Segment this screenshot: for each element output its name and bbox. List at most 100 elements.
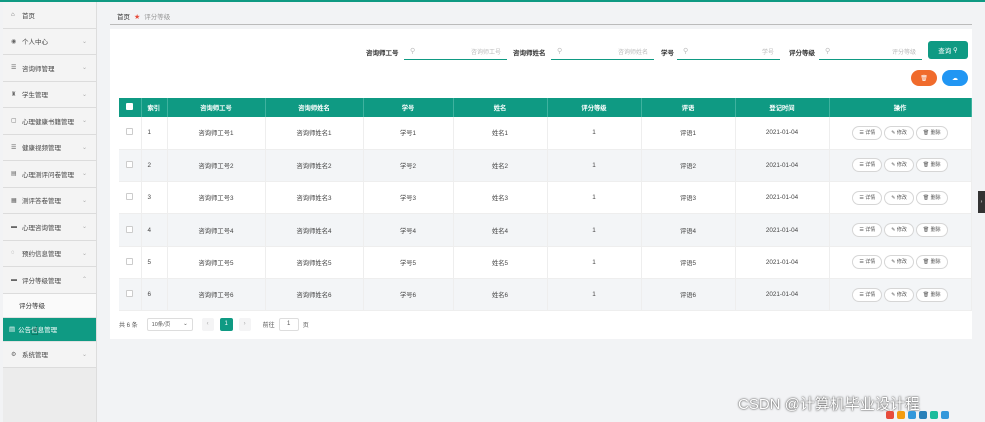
next-page-button[interactable]: › [238,317,251,331]
edit-icon: ✎ [891,194,896,201]
detail-button[interactable]: ☰ 详情 [852,125,883,140]
delete-button[interactable]: 🗑 删除 [915,158,948,173]
trash-icon: 🗑 [922,291,930,298]
detail-button[interactable]: ☰ 详情 [852,255,883,270]
side-toggle-tab[interactable]: › [978,191,985,213]
table-cell: 学号6 [363,278,454,312]
sidebar-item[interactable]: ⌂ 首页 [3,2,96,29]
goto-page-input[interactable]: 1 [278,317,299,331]
table-cell: 咨询师工号5 [167,246,266,279]
row-checkbox[interactable] [119,246,142,279]
sidebar-item[interactable]: ◉ 个人中心 ⌄ [3,28,96,55]
delete-button[interactable]: 🗑 删除 [915,190,948,205]
system-tray [886,408,985,422]
sidebar-subitem[interactable]: ▤ 公告信息管理 ☝ [3,317,96,342]
table-cell: 咨询师姓名1 [265,117,364,150]
table-cell: 学号1 [363,117,454,150]
sidebar-subitem[interactable]: 评分等级 [3,293,96,318]
page-number-current[interactable]: 1 [219,317,233,331]
rating-table: 索引 咨询师工号 咨询师姓名 学号 姓名 评分等级 评语 登记时间 操作 1 咨询… [119,98,972,312]
row-actions: ☰ 详情 ✎ 修改 🗑 删除 [829,213,972,247]
student-icon: ♜ [11,91,17,98]
table-cell: 评语5 [641,246,736,279]
content-panel: 咨询师工号 ⚲ 咨询师工号 咨询师姓名 ⚲ 咨询师姓名 学号 ⚲ 学号 评分等级 ⚲ 评… [110,29,972,339]
table-cell: 咨询师工号4 [167,213,266,247]
add-button[interactable]: ☁ [942,70,968,86]
edit-button[interactable]: ✎ 修改 [884,223,914,238]
table-cell: 3 [141,181,168,215]
row-checkbox[interactable] [119,181,142,215]
chevron-down-icon: ⌄ [81,118,87,125]
table-row: 1 咨询师工号1 咨询师姓名1 学号1 姓名1 1 评语1 2021-01-04 ☰ 详情 ✎ 修… [119,117,972,150]
row-checkbox[interactable] [119,149,142,183]
sidebar-item-label: 预约信息管理 [22,251,61,259]
chevron-up-icon: ⌃ [81,277,87,284]
sidebar-item-label: 健康视频管理 [22,145,61,153]
select-all-checkbox[interactable] [119,98,142,117]
sidebar-item-label: 系统管理 [22,352,48,360]
sidebar-item[interactable]: ◌ 预约信息管理 ⌄ [3,240,96,267]
search-button[interactable]: 查询 ⚲ [928,41,968,59]
table-cell: 姓名3 [453,181,548,215]
sidebar-item[interactable]: ▬ 心理咨询管理 ⌄ [3,214,96,241]
edit-icon: ✎ [891,227,896,234]
row-actions: ☰ 详情 ✎ 修改 🗑 删除 [829,246,972,279]
sidebar-item-label: 首页 [22,12,35,20]
sidebar-item-label: 咨询师管理 [22,65,55,73]
chevron-down-icon: ⌄ [81,38,87,45]
row-checkbox[interactable] [119,213,142,247]
chat-icon: ▬ [11,276,17,283]
sidebar-item[interactable]: ▢ 心理健康书籍管理 ⌄ [3,108,96,135]
sidebar-item[interactable]: ☰ 健康视频管理 ⌄ [3,134,96,161]
edit-button[interactable]: ✎ 修改 [884,255,914,270]
table-cell: 姓名1 [453,117,548,150]
edit-button[interactable]: ✎ 修改 [884,125,914,140]
delete-button[interactable]: 🗑 删除 [915,255,948,270]
edit-button[interactable]: ✎ 修改 [884,190,914,205]
sidebar-item[interactable]: ▤ 心理测评问卷管理 ⌄ [3,161,96,188]
student-id-input[interactable]: ⚲ 学号 [677,43,780,60]
edit-icon: ✎ [891,162,896,169]
chevron-down-icon: ⌄ [81,91,87,98]
filter-label-counselor-name: 咨询师姓名 [513,50,546,57]
sidebar-item[interactable]: ▬ 评分等级管理 ⌃ [3,267,96,294]
table-cell: 学号3 [363,181,454,215]
delete-button[interactable]: 🗑 删除 [915,223,948,238]
calendar-icon: ◌ [11,250,15,257]
counselor-id-input[interactable]: ⚲ 咨询师工号 [404,43,507,60]
sidebar-item[interactable]: ♜ 学生管理 ⌄ [3,81,96,108]
counselor-name-input[interactable]: ⚲ 咨询师姓名 [551,43,654,60]
sidebar-item[interactable]: ☰ 咨询师管理 ⌄ [3,55,96,82]
prev-page-button[interactable]: ‹ [201,317,214,331]
breadcrumb-home[interactable]: 首页 [117,14,130,21]
rating-input[interactable]: ⚲ 评分等级 [819,43,922,60]
search-icon: ⚲ [410,48,416,55]
delete-button[interactable]: 🗑 删除 [915,125,948,140]
table-cell: 学号2 [363,149,454,183]
sidebar-item-label: 学生管理 [22,92,48,100]
row-checkbox[interactable] [119,278,142,312]
edit-button[interactable]: ✎ 修改 [884,287,914,302]
detail-button[interactable]: ☰ 详情 [852,287,883,302]
detail-button[interactable]: ☰ 详情 [852,190,883,205]
sidebar-item[interactable]: ⚙ 系统管理 ⌄ [3,341,96,368]
sidebar-item[interactable]: ▦ 测评答卷管理 ⌄ [3,187,96,214]
detail-button[interactable]: ☰ 详情 [852,223,883,238]
user-icon: ◉ [11,38,17,45]
detail-icon: ☰ [859,291,864,298]
table-cell: 2021-01-04 [735,181,830,215]
chat-icon: ▬ [11,223,17,230]
table-cell: 评语3 [641,181,736,215]
row-checkbox[interactable] [119,117,142,150]
page-size-select[interactable]: 10条/页 ⌄ [146,317,193,331]
table-cell: 2021-01-04 [735,278,830,312]
settings-icon: ⚙ [11,351,17,358]
main-content: 首页 ★ 评分等级 咨询师工号 ⚲ 咨询师工号 咨询师姓名 ⚲ 咨询师姓名 学号 ⚲ 学号… [107,2,985,422]
batch-delete-button[interactable]: 🗑 [911,70,937,86]
edit-button[interactable]: ✎ 修改 [884,158,914,173]
delete-button[interactable]: 🗑 删除 [915,287,948,302]
row-actions: ☰ 详情 ✎ 修改 🗑 删除 [829,117,972,150]
breadcrumb-divider [110,24,972,25]
detail-button[interactable]: ☰ 详情 [852,158,883,173]
sidebar-item-label: 评分等级管理 [22,277,61,285]
